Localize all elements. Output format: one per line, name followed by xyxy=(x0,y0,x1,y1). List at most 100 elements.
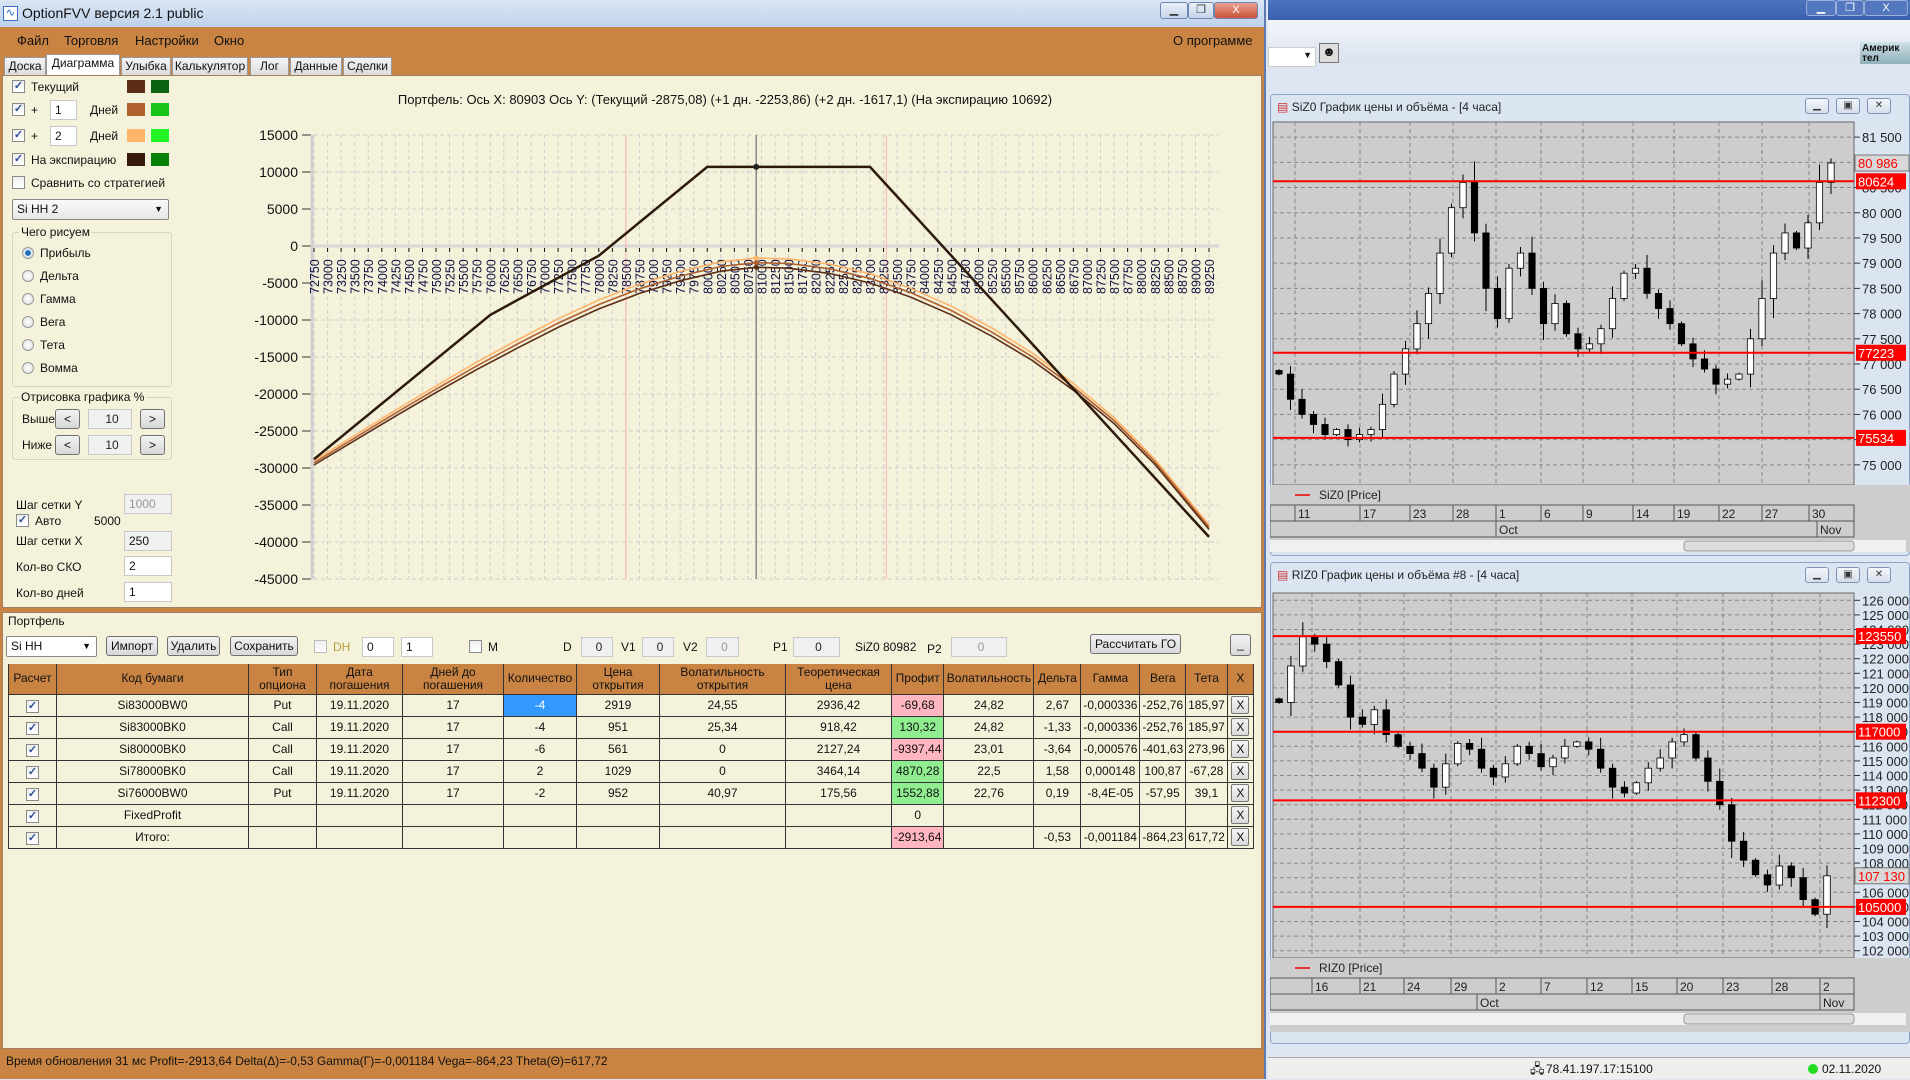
cell-13[interactable]: -252,76 xyxy=(1139,693,1187,717)
riz0-maximize-button[interactable]: ▣ xyxy=(1836,567,1860,583)
cell-2[interactable]: Put xyxy=(248,781,317,805)
row-calc-checkbox[interactable]: ✓ xyxy=(26,699,39,713)
column-header[interactable]: Тип опциона xyxy=(248,664,317,695)
cell-8[interactable]: 2936,42 xyxy=(785,693,892,717)
table-row[interactable]: ✓ Si80000BK0 Call 19.11.2020 17 -6 561 0 2127,24… xyxy=(8,737,1254,761)
cell-11[interactable]: 2,67 xyxy=(1033,693,1082,717)
table-row[interactable]: ✓ FixedProfit 0 X xyxy=(8,803,1254,827)
scrollbar-thumb[interactable] xyxy=(1683,1013,1855,1025)
table-row[interactable]: ✓ Si76000BW0 Put 19.11.2020 17 -2 952 40,97 175,… xyxy=(8,781,1254,805)
delete-row-button[interactable]: X xyxy=(1231,696,1250,714)
cell-7[interactable]: 40,97 xyxy=(659,781,786,805)
cell-8[interactable]: 3464,14 xyxy=(785,759,892,783)
cell-13[interactable]: -401,63 xyxy=(1139,737,1187,761)
cell-3[interactable]: 19.11.2020 xyxy=(316,737,403,761)
cell-3[interactable]: 19.11.2020 xyxy=(316,715,403,739)
cell-9[interactable]: -69,68 xyxy=(890,693,945,717)
calc-margin-button[interactable]: Рассчитать ГО xyxy=(1090,634,1181,654)
delete-row-button[interactable]: X xyxy=(1231,762,1250,780)
cell-6[interactable]: 561 xyxy=(576,737,660,761)
column-header[interactable]: Профит xyxy=(890,664,945,695)
cell-12[interactable]: -0,000336 xyxy=(1080,693,1141,717)
cell-7[interactable] xyxy=(659,803,786,827)
table-row[interactable]: ✓ Итого: -2913,64 -0,53 -0,001184 -864,23 617,… xyxy=(8,825,1254,849)
cell-10[interactable]: 23,01 xyxy=(943,737,1035,761)
cell-6[interactable] xyxy=(576,825,660,849)
cell-6[interactable]: 1029 xyxy=(576,759,660,783)
cell-9[interactable]: 0 xyxy=(890,803,945,827)
cell-12[interactable]: -0,000576 xyxy=(1080,737,1141,761)
table-row[interactable]: ✓ Si83000BW0 Put 19.11.2020 17 -4 2919 24,55 293… xyxy=(8,693,1254,717)
cell-6[interactable]: 951 xyxy=(576,715,660,739)
cell-13[interactable] xyxy=(1139,803,1187,827)
terminal-minimize-button[interactable]: ▁ xyxy=(1806,0,1836,16)
cell-10[interactable]: 24,82 xyxy=(943,693,1035,717)
v1-input[interactable]: 0 xyxy=(642,637,674,657)
row-calc-checkbox[interactable]: ✓ xyxy=(26,765,39,779)
cell-14[interactable]: 617,72 xyxy=(1185,825,1228,849)
delete-row-button[interactable]: X xyxy=(1231,718,1250,736)
cell-12[interactable]: -0,001184 xyxy=(1080,825,1141,849)
cell-3[interactable]: 19.11.2020 xyxy=(316,759,403,783)
column-header[interactable]: Волатильность открытия xyxy=(659,664,786,695)
cell-2[interactable]: Call xyxy=(248,737,317,761)
column-header[interactable]: Волатильность xyxy=(943,664,1035,695)
cell-6[interactable] xyxy=(576,803,660,827)
cell-11[interactable] xyxy=(1033,803,1082,827)
row-calc-checkbox[interactable]: ✓ xyxy=(26,831,39,845)
cell-5[interactable]: -4 xyxy=(503,693,577,717)
cell-1[interactable]: Итого: xyxy=(56,825,249,849)
column-header[interactable]: Дельта xyxy=(1033,664,1082,695)
v2-input[interactable]: 0 xyxy=(706,637,739,657)
cell-4[interactable]: 17 xyxy=(402,781,504,805)
cell-10[interactable]: 22,76 xyxy=(943,781,1035,805)
cell-4[interactable]: 17 xyxy=(402,693,504,717)
save-button[interactable]: Сохранить xyxy=(230,636,298,656)
cell-1[interactable]: Si78000BK0 xyxy=(56,759,249,783)
cell-7[interactable]: 25,34 xyxy=(659,715,786,739)
cell-3[interactable] xyxy=(316,803,403,827)
cell-12[interactable] xyxy=(1080,803,1141,827)
cell-1[interactable]: Si83000BK0 xyxy=(56,715,249,739)
cell-3[interactable] xyxy=(316,825,403,849)
cell-14[interactable]: 39,1 xyxy=(1185,781,1228,805)
cell-1[interactable]: Si76000BW0 xyxy=(56,781,249,805)
cell-10[interactable] xyxy=(943,825,1035,849)
terminal-close-button[interactable]: X xyxy=(1864,0,1908,16)
collapse-button[interactable]: _ xyxy=(1230,634,1251,656)
cell-14[interactable]: 185,97 xyxy=(1185,693,1228,717)
cell-14[interactable]: 273,96 xyxy=(1185,737,1228,761)
table-row[interactable]: ✓ Si83000BK0 Call 19.11.2020 17 -4 951 25,34 918… xyxy=(8,715,1254,739)
cell-9[interactable]: -9397,44 xyxy=(890,737,945,761)
cell-8[interactable] xyxy=(785,803,892,827)
cell-8[interactable]: 918,42 xyxy=(785,715,892,739)
cell-11[interactable]: -0,53 xyxy=(1033,825,1082,849)
delete-button[interactable]: Удалить xyxy=(167,636,220,656)
cell-4[interactable]: 17 xyxy=(402,759,504,783)
cell-14[interactable] xyxy=(1185,803,1228,827)
column-header[interactable]: Код бумаги xyxy=(56,664,249,695)
column-header[interactable]: Дата погашения xyxy=(316,664,403,695)
cell-5[interactable]: 2 xyxy=(503,759,577,783)
spin-0[interactable]: 0 xyxy=(362,637,394,657)
cell-7[interactable] xyxy=(659,825,786,849)
delete-row-button[interactable]: X xyxy=(1231,740,1250,758)
m-checkbox[interactable] xyxy=(469,640,482,653)
cell-2[interactable]: Call xyxy=(248,715,317,739)
column-header[interactable]: Дней до погашения xyxy=(402,664,504,695)
cell-8[interactable]: 2127,24 xyxy=(785,737,892,761)
cell-9[interactable]: 130,32 xyxy=(890,715,945,739)
d-input[interactable]: 0 xyxy=(581,637,613,657)
riz0-minimize-button[interactable]: ▁ xyxy=(1805,567,1829,583)
column-header[interactable]: Количество xyxy=(503,664,577,695)
cell-1[interactable]: Si83000BW0 xyxy=(56,693,249,717)
import-button[interactable]: Импорт xyxy=(106,636,158,656)
portfolio-select[interactable]: Si HH ▼ xyxy=(6,636,97,657)
cell-2[interactable] xyxy=(248,803,317,827)
column-header[interactable]: Расчет xyxy=(8,664,57,695)
cell-8[interactable]: 175,56 xyxy=(785,781,892,805)
row-calc-checkbox[interactable]: ✓ xyxy=(26,809,39,823)
cell-6[interactable]: 2919 xyxy=(576,693,660,717)
cell-9[interactable]: -2913,64 xyxy=(890,825,945,849)
cell-9[interactable]: 4870,28 xyxy=(890,759,945,783)
